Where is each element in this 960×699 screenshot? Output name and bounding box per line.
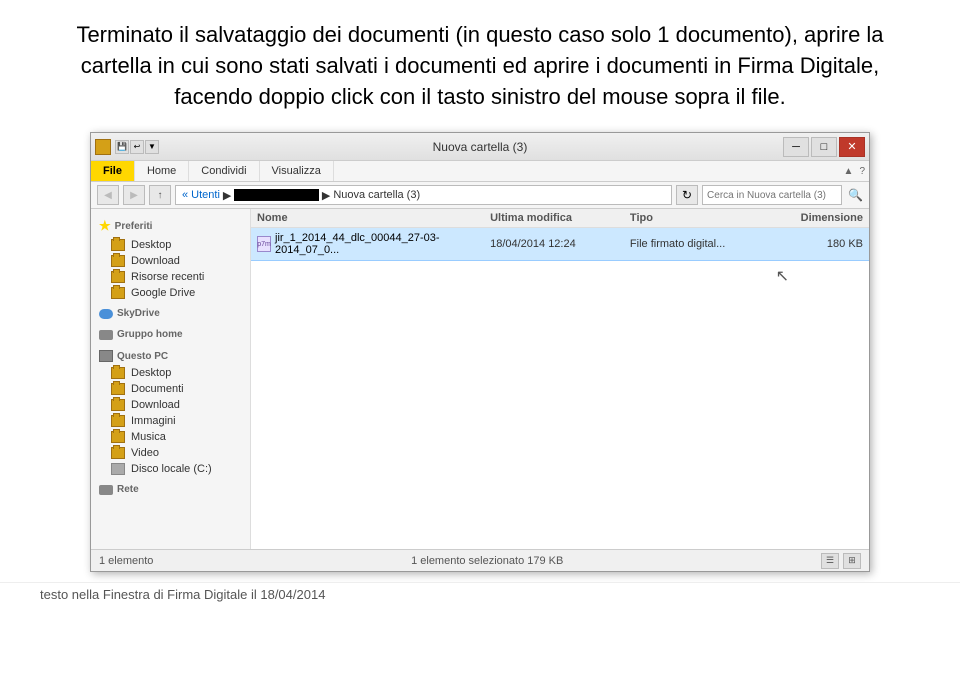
folder-icon: [111, 383, 125, 395]
address-path[interactable]: « Utenti ▶ ▶ Nuova cartella (3): [175, 185, 672, 205]
ribbon-minimize-btn[interactable]: ▲: [844, 166, 854, 177]
tab-home[interactable]: Home: [135, 161, 189, 181]
mouse-cursor-icon: ↖: [776, 266, 789, 286]
file-name-cell: p7m jir_1_2014_44_dlc_00044_27-03-2014_0…: [257, 232, 490, 256]
file-size-cell: 180 KB: [770, 238, 863, 250]
file-type-cell: File firmato digital...: [630, 238, 770, 250]
sidebar-section-rete: Rete: [91, 481, 250, 498]
folder-icon: [111, 287, 125, 299]
cursor-area: ↖: [251, 261, 869, 281]
quick-access-toolbar: 💾 ↩ ▼: [115, 140, 159, 154]
sidebar-header-gruppohome: Gruppo home: [91, 326, 250, 343]
sidebar-header-rete: Rete: [91, 481, 250, 498]
title-bar: 💾 ↩ ▼ Nuova cartella (3) ─ □ ✕: [91, 133, 869, 161]
status-items: 1 elemento: [99, 555, 153, 567]
search-input[interactable]: [702, 185, 842, 205]
sidebar-item-pc-disco[interactable]: Disco locale (C:): [91, 461, 250, 477]
sidebar-item-pc-desktop[interactable]: Desktop: [91, 365, 250, 381]
folder-icon: [111, 399, 125, 411]
col-header-size[interactable]: Dimensione: [770, 212, 863, 224]
file-name: jir_1_2014_44_dlc_00044_27-03-2014_07_0.…: [275, 232, 490, 256]
network-icon: [99, 485, 113, 495]
address-bar: ◀ ▶ ↑ « Utenti ▶ ▶ Nuova cartella (3) ↻ …: [91, 182, 869, 209]
path-utenti: « Utenti: [182, 189, 220, 201]
sidebar-item-pc-musica[interactable]: Musica: [91, 429, 250, 445]
tab-file[interactable]: File: [91, 161, 135, 181]
search-icon[interactable]: 🔍: [848, 188, 863, 202]
sidebar-item-pc-download[interactable]: Download: [91, 397, 250, 413]
column-headers: Nome Ultima modifica Tipo Dimensione: [251, 209, 869, 228]
file-date-cell: 18/04/2014 12:24: [490, 238, 630, 250]
sidebar: ★ Preferiti Desktop Download Risorse rec…: [91, 209, 251, 549]
help-btn[interactable]: ?: [859, 166, 865, 177]
tab-condividi[interactable]: Condividi: [189, 161, 259, 181]
bottom-text: testo nella Finestra di Firma Digitale i…: [0, 582, 960, 606]
window-controls: ─ □ ✕: [783, 137, 865, 157]
path-user-redacted: [234, 189, 318, 201]
col-header-name[interactable]: Nome: [257, 212, 490, 224]
home-icon: [99, 330, 113, 340]
file-icon-p7m: p7m: [257, 236, 271, 252]
folder-icon: [111, 367, 125, 379]
col-header-type[interactable]: Tipo: [630, 212, 770, 224]
window-title: Nuova cartella (3): [433, 140, 528, 154]
status-selected: 1 elemento selezionato 179 KB: [411, 555, 563, 567]
explorer-window: 💾 ↩ ▼ Nuova cartella (3) ─ □ ✕ File Home…: [90, 132, 870, 572]
folder-icon: [111, 255, 125, 267]
sidebar-header-skydrive: SkyDrive: [91, 305, 250, 322]
sidebar-item-pc-immagini[interactable]: Immagini: [91, 413, 250, 429]
status-bar: 1 elemento 1 elemento selezionato 179 KB…: [91, 549, 869, 571]
quick-undo-btn[interactable]: ↩: [130, 140, 144, 154]
sidebar-item-pc-documenti[interactable]: Documenti: [91, 381, 250, 397]
path-separator2: ▶: [322, 189, 330, 202]
main-area: ★ Preferiti Desktop Download Risorse rec…: [91, 209, 869, 549]
maximize-button[interactable]: □: [811, 137, 837, 157]
sidebar-item-desktop[interactable]: Desktop: [91, 237, 250, 253]
quick-save-btn[interactable]: 💾: [115, 140, 129, 154]
ribbon: File Home Condividi Visualizza ▲ ?: [91, 161, 869, 182]
view-controls: ☰ ⊞: [821, 553, 861, 569]
path-separator: ▶: [223, 189, 231, 202]
sidebar-section-questopc: Questo PC Desktop Documenti Download Imm…: [91, 347, 250, 477]
pc-icon: [99, 350, 113, 362]
folder-icon: [111, 447, 125, 459]
ribbon-tabs: File Home Condividi Visualizza ▲ ?: [91, 161, 869, 181]
refresh-button[interactable]: ↻: [676, 185, 698, 205]
sidebar-item-google-drive[interactable]: Google Drive: [91, 285, 250, 301]
quick-more-btn[interactable]: ▼: [145, 140, 159, 154]
path-folder: Nuova cartella (3): [333, 189, 420, 201]
star-icon: ★: [99, 218, 111, 234]
folder-icon: [111, 271, 125, 283]
file-list: Nome Ultima modifica Tipo Dimensione p7m…: [251, 209, 869, 549]
minimize-button[interactable]: ─: [783, 137, 809, 157]
sidebar-section-skydrive: SkyDrive: [91, 305, 250, 322]
sidebar-section-gruppohome: Gruppo home: [91, 326, 250, 343]
sidebar-item-risorse-recenti[interactable]: Risorse recenti: [91, 269, 250, 285]
disk-icon: [111, 463, 125, 475]
grid-view-button[interactable]: ⊞: [843, 553, 861, 569]
folder-icon: [111, 431, 125, 443]
folder-icon: [111, 415, 125, 427]
table-row[interactable]: p7m jir_1_2014_44_dlc_00044_27-03-2014_0…: [251, 228, 869, 261]
back-button[interactable]: ◀: [97, 185, 119, 205]
forward-button[interactable]: ▶: [123, 185, 145, 205]
cloud-icon: [99, 309, 113, 319]
window-icon: [95, 139, 111, 155]
sidebar-header-questopc: Questo PC: [91, 347, 250, 365]
sidebar-header-preferiti: ★ Preferiti: [91, 215, 250, 237]
sidebar-section-preferiti: ★ Preferiti Desktop Download Risorse rec…: [91, 215, 250, 301]
folder-icon: [111, 239, 125, 251]
tab-visualizza[interactable]: Visualizza: [260, 161, 334, 181]
up-button[interactable]: ↑: [149, 185, 171, 205]
instruction-text: Terminato il salvataggio dei documenti (…: [0, 0, 960, 122]
col-header-date[interactable]: Ultima modifica: [490, 212, 630, 224]
title-bar-left: 💾 ↩ ▼: [95, 139, 159, 155]
list-view-button[interactable]: ☰: [821, 553, 839, 569]
sidebar-item-pc-video[interactable]: Video: [91, 445, 250, 461]
close-button[interactable]: ✕: [839, 137, 865, 157]
sidebar-item-download[interactable]: Download: [91, 253, 250, 269]
